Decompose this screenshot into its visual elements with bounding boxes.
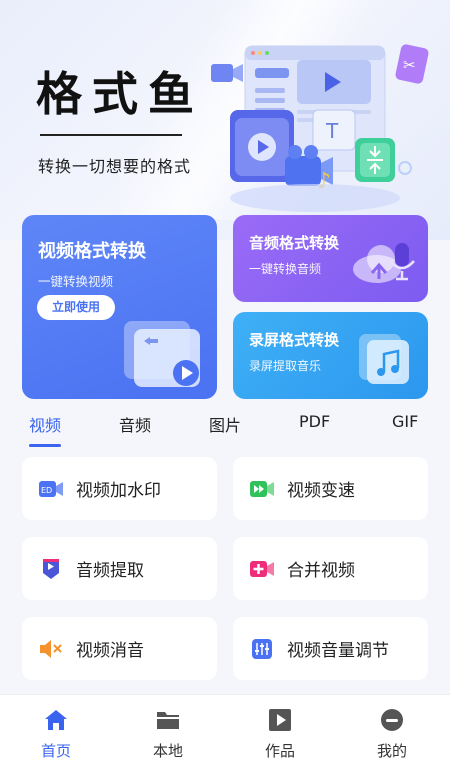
tool-label: 视频变速 bbox=[287, 481, 355, 501]
tool-label: 视频消音 bbox=[76, 641, 144, 661]
svg-text:ED: ED bbox=[41, 486, 52, 495]
tool-video-speed[interactable]: 视频变速 bbox=[233, 457, 428, 520]
nav-local-label: 本地 bbox=[152, 742, 183, 760]
nav-works-label: 作品 bbox=[264, 742, 295, 760]
nav-profile[interactable]: 我的 bbox=[336, 695, 448, 770]
hero-banner: 格式鱼 转换一切想要的格式 T ✂ ♪ bbox=[0, 0, 450, 240]
svg-text:✂: ✂ bbox=[403, 56, 416, 74]
nav-profile-label: 我的 bbox=[376, 742, 407, 760]
video-file-icon bbox=[124, 321, 200, 387]
nav-home-label: 首页 bbox=[40, 742, 71, 760]
extract-audio-icon bbox=[38, 556, 64, 582]
active-tab-indicator bbox=[29, 444, 61, 447]
tool-label: 合并视频 bbox=[287, 561, 355, 581]
bottom-navigation: 首页 本地 作品 我的 bbox=[0, 694, 450, 770]
category-tabs: 视频 音频 图片 PDF GIF bbox=[0, 412, 450, 448]
screen-record-convert-card[interactable]: 录屏格式转换 录屏提取音乐 bbox=[233, 312, 428, 399]
tool-video-watermark[interactable]: ED 视频加水印 bbox=[22, 457, 217, 520]
use-now-button[interactable]: 立即使用 bbox=[37, 295, 115, 320]
audio-convert-card[interactable]: 音频格式转换 一键转换音频 bbox=[233, 215, 428, 302]
home-icon bbox=[45, 710, 67, 730]
tab-audio[interactable]: 音频 bbox=[119, 412, 151, 436]
cloud-mic-icon bbox=[353, 243, 415, 283]
screen-record-convert-subtitle: 录屏提取音乐 bbox=[249, 359, 322, 373]
title-divider bbox=[40, 134, 182, 136]
tab-image[interactable]: 图片 bbox=[209, 412, 241, 436]
tab-video[interactable]: 视频 bbox=[29, 412, 61, 436]
volume-adjust-icon bbox=[249, 636, 275, 662]
tab-gif[interactable]: GIF bbox=[392, 412, 418, 431]
video-convert-card[interactable]: 视频格式转换 一键转换视频 立即使用 bbox=[22, 215, 217, 399]
tool-label: 视频音量调节 bbox=[287, 641, 389, 661]
nav-local[interactable]: 本地 bbox=[112, 695, 224, 770]
tool-video-volume[interactable]: 视频音量调节 bbox=[233, 617, 428, 680]
audio-convert-subtitle: 一键转换音频 bbox=[249, 262, 322, 276]
tool-label: 视频加水印 bbox=[76, 481, 161, 501]
tool-audio-extract[interactable]: 音频提取 bbox=[22, 537, 217, 600]
mute-icon bbox=[38, 636, 64, 662]
audio-convert-title: 音频格式转换 bbox=[249, 234, 340, 252]
nav-home[interactable]: 首页 bbox=[0, 695, 112, 770]
screen-record-convert-title: 录屏格式转换 bbox=[249, 331, 340, 349]
merge-video-icon bbox=[249, 556, 275, 582]
tab-pdf[interactable]: PDF bbox=[299, 412, 330, 431]
tool-label: 音频提取 bbox=[76, 561, 144, 581]
hero-illustration: T ✂ ♪ bbox=[211, 44, 429, 212]
folder-icon bbox=[157, 712, 179, 729]
svg-text:T: T bbox=[325, 119, 339, 143]
video-convert-title: 视频格式转换 bbox=[38, 241, 146, 262]
music-note-icon bbox=[359, 334, 409, 384]
tool-merge-video[interactable]: 合并视频 bbox=[233, 537, 428, 600]
profile-icon bbox=[381, 709, 403, 731]
fast-forward-icon bbox=[249, 476, 275, 502]
tool-video-mute[interactable]: 视频消音 bbox=[22, 617, 217, 680]
watermark-icon: ED bbox=[38, 476, 64, 502]
app-subtitle: 转换一切想要的格式 bbox=[38, 157, 192, 176]
nav-works[interactable]: 作品 bbox=[224, 695, 336, 770]
video-convert-subtitle: 一键转换视频 bbox=[38, 274, 114, 289]
app-title: 格式鱼 bbox=[36, 67, 204, 121]
play-square-icon bbox=[269, 709, 291, 731]
